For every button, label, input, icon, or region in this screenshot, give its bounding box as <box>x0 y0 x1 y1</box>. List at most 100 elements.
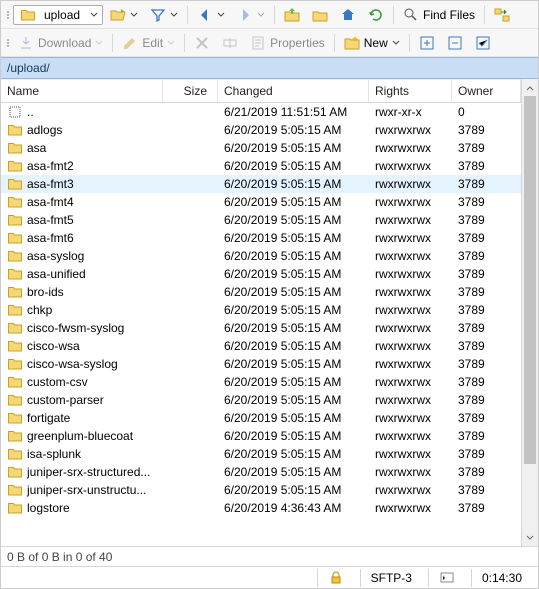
col-owner[interactable]: Owner <box>452 80 521 102</box>
filter-button[interactable] <box>145 4 183 26</box>
scroll-thumb[interactable] <box>524 96 536 464</box>
root-dir-button[interactable] <box>307 4 333 26</box>
file-changed: 6/20/2019 5:05:15 AM <box>218 122 369 138</box>
scroll-track[interactable] <box>522 96 538 529</box>
properties-button[interactable]: Properties <box>245 32 330 54</box>
folder-icon <box>7 500 23 516</box>
file-owner: 3789 <box>452 266 521 282</box>
refresh-icon <box>368 7 384 23</box>
col-rights[interactable]: Rights <box>369 80 452 102</box>
table-row[interactable]: cisco-fwsm-syslog6/20/2019 5:05:15 AMrwx… <box>1 319 521 337</box>
file-size <box>163 327 218 329</box>
col-name[interactable]: Name <box>1 80 163 102</box>
table-row[interactable]: cisco-wsa6/20/2019 5:05:15 AMrwxrwxrwx37… <box>1 337 521 355</box>
separator <box>484 6 485 24</box>
toolbar-grip[interactable] <box>5 39 11 47</box>
file-rights: rwxrwxrwx <box>369 338 452 354</box>
file-rights: rwxrwxrwx <box>369 140 452 156</box>
file-owner: 3789 <box>452 446 521 462</box>
file-rights: rwxrwxrwx <box>369 446 452 462</box>
table-row[interactable]: asa-syslog6/20/2019 5:05:15 AMrwxrwxrwx3… <box>1 247 521 265</box>
file-rights: rwxrwxrwx <box>369 230 452 246</box>
table-row[interactable]: adlogs6/20/2019 5:05:15 AMrwxrwxrwx3789 <box>1 121 521 139</box>
lock-icon <box>328 570 344 586</box>
col-changed[interactable]: Changed <box>218 80 369 102</box>
file-changed: 6/20/2019 5:05:15 AM <box>218 194 369 210</box>
chevron-down-icon <box>257 11 265 19</box>
table-row[interactable]: juniper-srx-structured...6/20/2019 5:05:… <box>1 463 521 481</box>
file-name: adlogs <box>27 123 62 137</box>
table-row[interactable]: asa6/20/2019 5:05:15 AMrwxrwxrwx3789 <box>1 139 521 157</box>
file-rights: rwxrwxrwx <box>369 428 452 444</box>
file-owner: 3789 <box>452 302 521 318</box>
download-button[interactable]: Download <box>13 32 108 54</box>
table-row[interactable]: custom-csv6/20/2019 5:05:15 AMrwxrwxrwx3… <box>1 373 521 391</box>
file-owner: 3789 <box>452 392 521 408</box>
table-row[interactable]: bro-ids6/20/2019 5:05:15 AMrwxrwxrwx3789 <box>1 283 521 301</box>
time-cell[interactable]: 0:14:30 <box>471 569 532 587</box>
table-row[interactable]: ..6/21/2019 11:51:51 AMrwxr-xr-x0 <box>1 103 521 121</box>
chevron-down-icon <box>392 39 400 47</box>
rename-button[interactable] <box>217 32 243 54</box>
file-name: asa-fmt3 <box>27 177 74 191</box>
new-button[interactable]: New <box>339 32 405 54</box>
back-button[interactable] <box>192 4 230 26</box>
parent-dir-button[interactable] <box>279 4 305 26</box>
scroll-down-button[interactable] <box>522 529 538 546</box>
col-size[interactable]: Size <box>163 80 218 102</box>
session-cell[interactable] <box>428 569 465 587</box>
file-name: asa-fmt4 <box>27 195 74 209</box>
table-row[interactable]: asa-fmt66/20/2019 5:05:15 AMrwxrwxrwx378… <box>1 229 521 247</box>
chevron-down-icon <box>130 11 138 19</box>
file-size <box>163 291 218 293</box>
file-changed: 6/20/2019 5:05:15 AM <box>218 158 369 174</box>
file-rights: rwxrwxrwx <box>369 158 452 174</box>
toolbar-grip[interactable] <box>5 11 11 19</box>
file-size <box>163 399 218 401</box>
table-row[interactable]: asa-fmt26/20/2019 5:05:15 AMrwxrwxrwx378… <box>1 157 521 175</box>
edit-button[interactable]: Edit <box>117 32 180 54</box>
file-name: bro-ids <box>27 285 64 299</box>
home-button[interactable] <box>335 4 361 26</box>
file-name: custom-parser <box>27 393 104 407</box>
table-row[interactable]: chkp6/20/2019 5:05:15 AMrwxrwxrwx3789 <box>1 301 521 319</box>
table-row[interactable]: logstore6/20/2019 4:36:43 AMrwxrwxrwx378… <box>1 499 521 517</box>
address-combo[interactable]: upload <box>13 5 103 25</box>
path-bar[interactable]: /upload/ <box>1 57 538 79</box>
vertical-scrollbar[interactable] <box>521 79 538 546</box>
file-rights: rwxrwxrwx <box>369 320 452 336</box>
file-size <box>163 381 218 383</box>
table-row[interactable]: custom-parser6/20/2019 5:05:15 AMrwxrwxr… <box>1 391 521 409</box>
delete-button[interactable] <box>189 32 215 54</box>
open-dir-button[interactable] <box>105 4 143 26</box>
table-row[interactable]: greenplum-bluecoat6/20/2019 5:05:15 AMrw… <box>1 427 521 445</box>
expand-button[interactable] <box>414 32 440 54</box>
encryption-cell[interactable] <box>317 569 354 587</box>
sync-browse-button[interactable] <box>489 4 515 26</box>
download-icon <box>18 35 34 51</box>
status-bar: 0 B of 0 B in 0 of 40 <box>1 546 538 566</box>
file-changed: 6/20/2019 5:05:15 AM <box>218 374 369 390</box>
folder-icon <box>7 122 23 138</box>
table-row[interactable]: juniper-srx-unstructu...6/20/2019 5:05:1… <box>1 481 521 499</box>
file-rights: rwxrwxrwx <box>369 410 452 426</box>
forward-button[interactable] <box>232 4 270 26</box>
table-row[interactable]: cisco-wsa-syslog6/20/2019 5:05:15 AMrwxr… <box>1 355 521 373</box>
table-row[interactable]: asa-fmt56/20/2019 5:05:15 AMrwxrwxrwx378… <box>1 211 521 229</box>
protocol-cell[interactable]: SFTP-3 <box>360 569 422 587</box>
file-owner: 3789 <box>452 230 521 246</box>
select-all-button[interactable] <box>470 32 496 54</box>
find-files-button[interactable]: Find Files <box>398 4 480 26</box>
folder-icon <box>7 230 23 246</box>
collapse-button[interactable] <box>442 32 468 54</box>
table-row[interactable]: fortigate6/20/2019 5:05:15 AMrwxrwxrwx37… <box>1 409 521 427</box>
scroll-up-button[interactable] <box>522 79 538 96</box>
file-name: greenplum-bluecoat <box>27 429 133 443</box>
table-row[interactable]: asa-unified6/20/2019 5:05:15 AMrwxrwxrwx… <box>1 265 521 283</box>
refresh-button[interactable] <box>363 4 389 26</box>
address-text: upload <box>42 8 86 22</box>
table-row[interactable]: isa-splunk6/20/2019 5:05:15 AMrwxrwxrwx3… <box>1 445 521 463</box>
table-row[interactable]: asa-fmt46/20/2019 5:05:15 AMrwxrwxrwx378… <box>1 193 521 211</box>
file-owner: 3789 <box>452 122 521 138</box>
table-row[interactable]: asa-fmt36/20/2019 5:05:15 AMrwxrwxrwx378… <box>1 175 521 193</box>
